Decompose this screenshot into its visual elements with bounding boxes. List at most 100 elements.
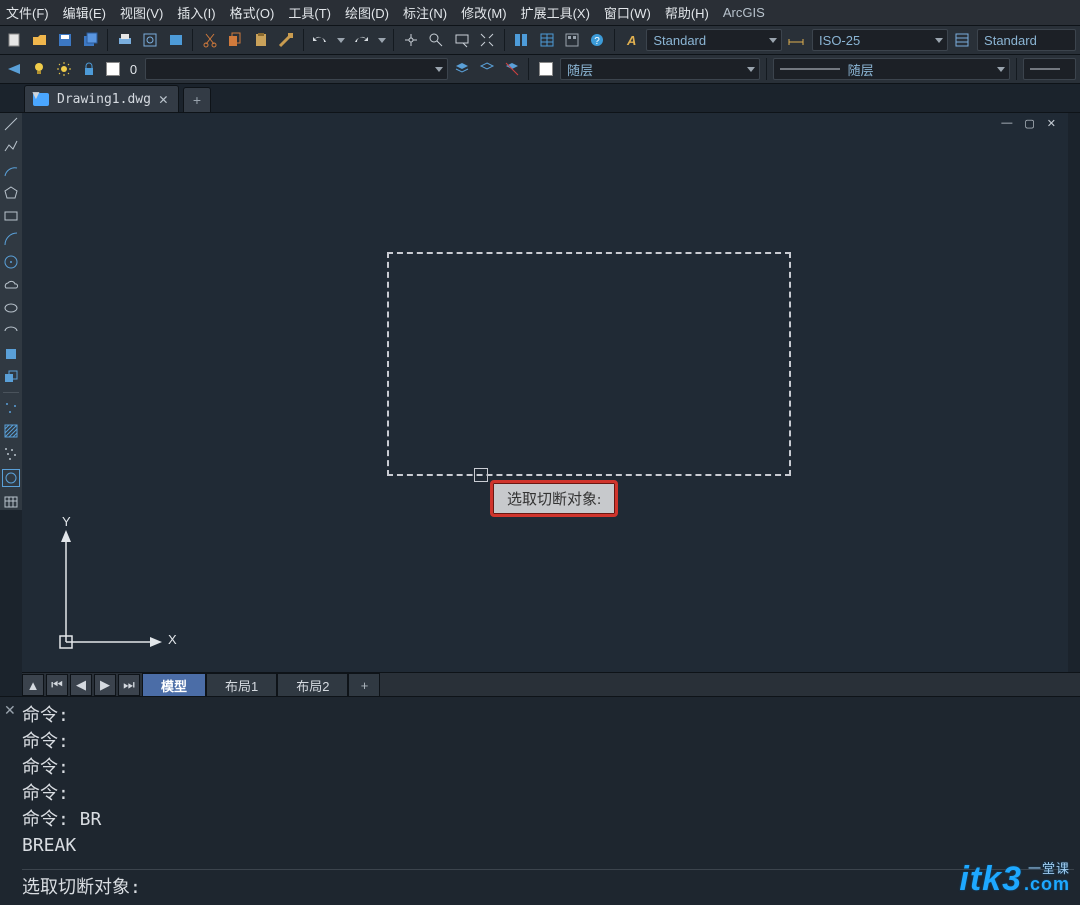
arc-icon[interactable]	[3, 162, 19, 178]
saveall-icon[interactable]	[80, 29, 101, 51]
print-icon[interactable]	[114, 29, 135, 51]
zoomext-icon[interactable]	[476, 29, 497, 51]
block2-icon[interactable]	[3, 369, 19, 385]
close-view-icon[interactable]: ✕	[1047, 117, 1056, 130]
undo-icon[interactable]	[310, 29, 331, 51]
open-icon[interactable]	[29, 29, 50, 51]
layer-combo[interactable]	[145, 58, 448, 80]
curve-icon[interactable]	[3, 231, 19, 247]
line-icon[interactable]	[3, 116, 19, 132]
layout-tab-model[interactable]: 模型	[142, 673, 206, 697]
linetype-combo[interactable]: 随层	[773, 58, 1010, 80]
menu-draw[interactable]: 绘图(D)	[345, 3, 389, 22]
redo-icon[interactable]	[351, 29, 372, 51]
menu-view[interactable]: 视图(V)	[120, 3, 163, 22]
maximize-view-icon[interactable]: ▢	[1024, 117, 1034, 130]
layout-last-icon[interactable]: ⏭	[118, 674, 140, 696]
table-style-value: Standard	[984, 33, 1037, 48]
text-style-combo[interactable]: Standard	[646, 29, 782, 51]
props-icon[interactable]	[536, 29, 557, 51]
pan-icon[interactable]	[400, 29, 421, 51]
new-icon[interactable]	[4, 29, 25, 51]
undo-drop-icon[interactable]	[335, 29, 347, 51]
lightbulb-icon[interactable]	[29, 58, 50, 80]
menu-window[interactable]: 窗口(W)	[604, 3, 651, 22]
layer-off-icon[interactable]	[501, 58, 522, 80]
layout-next-icon[interactable]: ▶	[94, 674, 116, 696]
circle-icon[interactable]	[3, 254, 19, 270]
table-icon[interactable]	[3, 494, 19, 510]
command-tooltip: 选取切断对象:	[490, 480, 618, 517]
color-swatch-icon[interactable]	[535, 58, 556, 80]
tab-marker-icon[interactable]: ▼	[30, 88, 42, 102]
layer-prev-icon[interactable]	[4, 58, 25, 80]
menu-extend[interactable]: 扩展工具(X)	[521, 3, 590, 22]
document-tab[interactable]: Drawing1.dwg ✕	[24, 85, 179, 112]
layout-first-icon[interactable]: ⏮	[46, 674, 68, 696]
pline-icon[interactable]	[3, 139, 19, 155]
menu-help[interactable]: 帮助(H)	[665, 3, 709, 22]
tablestyle-icon[interactable]	[952, 29, 973, 51]
menu-file[interactable]: 文件(F)	[6, 3, 49, 22]
redo-drop-icon[interactable]	[376, 29, 388, 51]
ellipse-icon[interactable]	[3, 300, 19, 316]
command-close-icon[interactable]: ✕	[4, 702, 16, 719]
layout-tab-1[interactable]: 布局1	[206, 673, 277, 697]
layer-mgr-icon[interactable]	[452, 58, 473, 80]
tool-icon[interactable]	[561, 29, 582, 51]
sheet-icon[interactable]	[511, 29, 532, 51]
separator	[107, 29, 108, 51]
table-style-combo[interactable]: Standard	[977, 29, 1076, 51]
separator	[303, 29, 304, 51]
menu-arcgis[interactable]: ArcGIS	[723, 5, 765, 20]
color-combo[interactable]: 随层	[560, 58, 760, 80]
noise-icon[interactable]	[3, 446, 19, 462]
menu-modify[interactable]: 修改(M)	[461, 3, 507, 22]
block-icon[interactable]	[3, 346, 19, 362]
menu-format[interactable]: 格式(O)	[230, 3, 275, 22]
lock-icon[interactable]	[78, 58, 99, 80]
menu-edit[interactable]: 编辑(E)	[63, 3, 106, 22]
menu-insert[interactable]: 插入(I)	[177, 3, 215, 22]
dim-style-value: ISO-25	[819, 33, 860, 48]
dim-style-combo[interactable]: ISO-25	[812, 29, 948, 51]
selection-rectangle	[387, 252, 791, 476]
drawing-canvas[interactable]: — ▢ ✕ 选取切断对象: Y X	[22, 113, 1068, 673]
hatch-icon[interactable]	[3, 423, 19, 439]
textstyle-icon[interactable]: A	[621, 29, 642, 51]
color-icon[interactable]	[103, 58, 124, 80]
plot-icon[interactable]	[165, 29, 186, 51]
help-icon[interactable]: ?	[587, 29, 608, 51]
menu-dim[interactable]: 标注(N)	[403, 3, 447, 22]
viewport-window-controls: — ▢ ✕	[1001, 117, 1056, 130]
point-icon[interactable]	[3, 400, 19, 416]
region-icon[interactable]	[2, 469, 20, 487]
sun-icon[interactable]	[54, 58, 75, 80]
zoom-icon[interactable]	[426, 29, 447, 51]
copy-icon[interactable]	[225, 29, 246, 51]
layout-prev-icon[interactable]: ◀	[70, 674, 92, 696]
preview-icon[interactable]	[140, 29, 161, 51]
lineweight-combo[interactable]	[1023, 58, 1076, 80]
cut-icon[interactable]	[199, 29, 220, 51]
add-layout-button[interactable]: +	[348, 673, 380, 697]
paste-icon[interactable]	[250, 29, 271, 51]
menu-bar: 文件(F) 编辑(E) 视图(V) 插入(I) 格式(O) 工具(T) 绘图(D…	[0, 0, 1080, 26]
layout-up-icon[interactable]: ▲	[22, 674, 44, 696]
layer-iso-icon[interactable]	[477, 58, 498, 80]
match-icon[interactable]	[275, 29, 296, 51]
ellipse-arc-icon[interactable]	[3, 323, 19, 339]
add-tab-button[interactable]: +	[183, 87, 211, 112]
separator	[766, 58, 767, 80]
rect-icon[interactable]	[3, 208, 19, 224]
zoomwin-icon[interactable]	[451, 29, 472, 51]
pentagon-icon[interactable]	[3, 185, 19, 201]
dimstyle-icon[interactable]	[786, 29, 808, 51]
layout-tab-2[interactable]: 布局2	[277, 673, 348, 697]
minimize-view-icon[interactable]: —	[1001, 117, 1012, 130]
close-tab-icon[interactable]: ✕	[159, 90, 168, 108]
save-icon[interactable]	[55, 29, 76, 51]
cloud-icon[interactable]	[3, 277, 19, 293]
menu-tools[interactable]: 工具(T)	[288, 3, 331, 22]
command-input[interactable]: 选取切断对象:	[22, 869, 1074, 901]
